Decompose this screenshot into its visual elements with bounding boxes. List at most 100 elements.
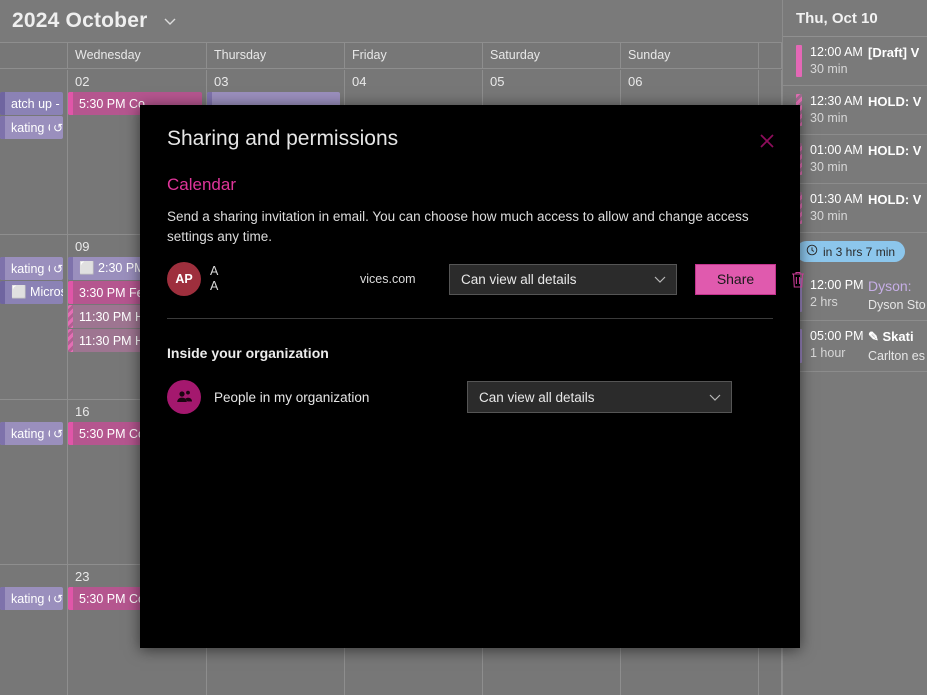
status-badge-text: in 3 hrs 7 min <box>823 245 895 259</box>
day-header <box>759 43 782 68</box>
calendar-day-cell[interactable]: kating C↺ <box>0 400 68 564</box>
agenda-start-time: 01:00 AM <box>810 143 868 157</box>
org-permission-value: Can view all details <box>479 390 707 405</box>
agenda-duration: 30 min <box>810 160 868 174</box>
agenda-start-time: 12:00 PM <box>810 278 868 292</box>
event-label: 3:30 PM Fe <box>73 286 144 300</box>
org-section-heading: Inside your organization <box>167 345 329 361</box>
day-number <box>0 72 67 91</box>
calendar-event[interactable]: kating C↺ <box>0 422 63 445</box>
agenda-list: 12:00 AM30 min[Draft] V12:30 AM30 minHOL… <box>783 37 927 372</box>
person-name-line1: A <box>210 264 360 279</box>
agenda-event-title: Dyson: <box>868 278 926 294</box>
day-number <box>0 567 67 586</box>
event-label: 5:30 PM Co <box>73 592 145 606</box>
agenda-event-title: ✎ Skati <box>868 329 925 345</box>
calendar-event[interactable]: kating C↺ <box>0 257 63 280</box>
page-title: 2024 October <box>12 9 147 33</box>
calendar-event[interactable]: kating C↺ <box>0 587 63 610</box>
agenda-accent-bar <box>796 45 802 77</box>
agenda-item[interactable]: 01:30 AM 30 minHOLD: V <box>783 184 927 232</box>
calendar-event[interactable]: kating C↺ <box>0 116 63 139</box>
agenda-detail-block: HOLD: V <box>868 143 921 158</box>
agenda-item[interactable]: 05:00 PM 1 hour✎ Skati Carlton es <box>783 321 927 371</box>
calendar-day-cell[interactable]: kating C↺ ⬜ Microsof <box>0 235 68 399</box>
person-permission-value: Can view all details <box>461 272 652 287</box>
agenda-item[interactable]: 01:00 AM 30 minHOLD: V <box>783 135 927 183</box>
event-label: 11:30 PM H <box>73 310 144 324</box>
day-header <box>0 43 68 68</box>
agenda-time-block: 01:30 AM 30 min <box>810 192 868 223</box>
dialog-title: Sharing and permissions <box>167 127 398 151</box>
agenda-event-location: Carlton es <box>868 349 925 363</box>
agenda-time-block: 05:00 PM 1 hour <box>810 329 868 360</box>
day-number <box>759 72 781 91</box>
agenda-time-block: 12:30 AM 30 min <box>810 94 868 125</box>
agenda-event-location: Dyson Sto <box>868 298 926 312</box>
day-number: 06 <box>621 72 758 91</box>
event-label: kating C <box>5 592 50 606</box>
agenda-duration: 30 min <box>810 62 868 76</box>
agenda-start-time: 01:30 AM <box>810 192 868 206</box>
agenda-duration: 30 min <box>810 209 868 223</box>
calendar-name-label: Calendar <box>167 175 236 195</box>
agenda-start-time: 12:30 AM <box>810 94 868 108</box>
recurring-icon: ↺ <box>53 262 63 276</box>
agenda-item[interactable]: 12:30 AM 30 minHOLD: V <box>783 86 927 134</box>
calendar-event[interactable]: ⬜ Microsof <box>0 281 63 304</box>
chevron-down-icon[interactable] <box>161 12 179 30</box>
agenda-start-time: 12:00 AM <box>810 45 868 59</box>
agenda-divider <box>783 371 927 372</box>
event-label: 11:30 PM H <box>73 334 144 348</box>
agenda-time-block: 01:00 AM 30 min <box>810 143 868 174</box>
agenda-time-block: 12:00 PM2 hrs <box>810 278 868 309</box>
agenda-date-header: Thu, Oct 10 <box>783 0 927 37</box>
day-number: 04 <box>345 72 482 91</box>
calendar-day-cell[interactable]: atch up - S kating C↺ <box>0 70 68 234</box>
recurring-icon: ↺ <box>53 427 63 441</box>
calendar-event[interactable]: atch up - S <box>0 92 63 115</box>
agenda-event-title: HOLD: V <box>868 192 921 207</box>
agenda-duration: 1 hour <box>810 346 868 360</box>
event-label: ⬜ 2:30 PM <box>73 261 145 276</box>
agenda-time-block: 12:00 AM 30 min <box>810 45 868 76</box>
close-icon[interactable] <box>753 127 781 155</box>
clock-icon <box>806 244 818 259</box>
person-name-line2: A <box>210 279 360 294</box>
agenda-start-time: 05:00 PM <box>810 329 868 343</box>
agenda-detail-block: ✎ Skati Carlton es <box>868 329 925 363</box>
day-header-wednesday: Wednesday <box>68 43 207 68</box>
section-divider <box>167 318 773 319</box>
dialog-description: Send a sharing invitation in email. You … <box>167 207 765 247</box>
calendar-app-window: 2024 October Wednesday Thursday Friday S… <box>0 0 927 695</box>
day-header-saturday: Saturday <box>483 43 621 68</box>
calendar-day-cell[interactable]: kating C↺ <box>0 565 68 695</box>
day-number: 03 <box>207 72 344 91</box>
org-permission-row: People in my organization Can view all d… <box>167 380 778 414</box>
day-number: 05 <box>483 72 620 91</box>
shared-person-row: AP A A vices.com Can view all details Sh… <box>167 258 778 300</box>
person-domain: vices.com <box>360 272 445 286</box>
day-number <box>0 237 67 256</box>
event-label: ⬜ Microsof <box>5 285 63 300</box>
trash-icon[interactable] <box>790 266 806 292</box>
agenda-event-title: [Draft] V <box>868 45 919 60</box>
recurring-icon: ↺ <box>53 121 63 135</box>
share-button[interactable]: Share <box>695 264 776 295</box>
agenda-detail-block: HOLD: V <box>868 192 921 207</box>
day-header-sunday: Sunday <box>621 43 759 68</box>
agenda-event-title: HOLD: V <box>868 143 921 158</box>
agenda-detail-block: HOLD: V <box>868 94 921 109</box>
chevron-down-icon <box>707 389 723 405</box>
people-icon <box>167 380 201 414</box>
org-permission-dropdown[interactable]: Can view all details <box>467 381 732 413</box>
event-label: 5:30 PM Co <box>73 427 145 441</box>
agenda-item[interactable]: 12:00 AM 30 min[Draft] V <box>783 37 927 85</box>
person-permission-dropdown[interactable]: Can view all details <box>449 264 677 295</box>
chevron-down-icon <box>652 271 668 287</box>
day-number: 02 <box>68 72 206 91</box>
agenda-detail-block: [Draft] V <box>868 45 919 60</box>
event-label: atch up - S <box>5 97 63 111</box>
agenda-duration: 30 min <box>810 111 868 125</box>
agenda-event-title: HOLD: V <box>868 94 921 109</box>
